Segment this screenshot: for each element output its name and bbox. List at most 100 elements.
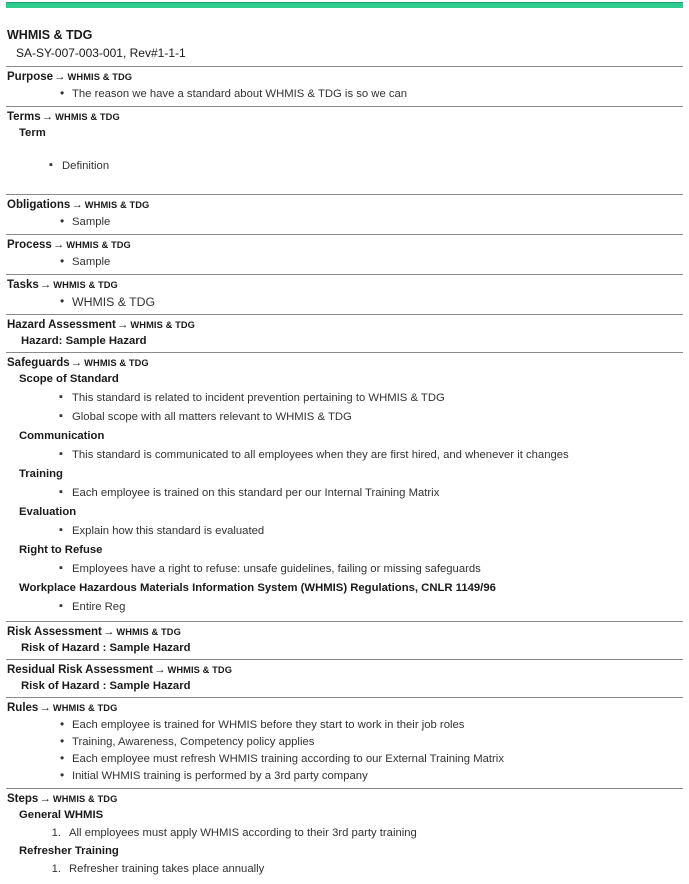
list-item: Global scope with all matters relevant t… <box>6 408 683 425</box>
section-context: WHMIS & TDG <box>52 703 118 713</box>
section-heading-residual-risk-assessment: Residual Risk Assessment→ WHMIS & TDG <box>6 662 683 678</box>
list-item: Sample <box>6 213 683 230</box>
section-label: Hazard Assessment <box>7 319 116 331</box>
residual-risk-line: Risk of Hazard : Sample Hazard <box>21 680 191 692</box>
section-label: Residual Risk Assessment <box>7 664 153 676</box>
arrow-right-icon: → <box>116 319 129 331</box>
section-context: WHMIS & TDG <box>84 200 150 210</box>
section-context: WHMIS & TDG <box>53 280 118 290</box>
arrow-right-icon: → <box>39 702 51 714</box>
arrow-right-icon: → <box>54 71 66 83</box>
section-hazard-assessment: Hazard Assessment→ WHMIS & TDG Hazard: Sa… <box>6 314 683 352</box>
safeguard-group-list: This standard is related to incident pre… <box>6 389 683 425</box>
section-context: WHMIS & TDG <box>66 240 131 250</box>
safeguard-group: Right to Refuse Employees have a right t… <box>6 542 683 577</box>
section-label: Rules <box>7 702 39 714</box>
list-item: Each employee must refresh WHMIS trainin… <box>6 750 683 767</box>
section-context: WHMIS & TDG <box>116 627 181 637</box>
rules-list: Each employee is trained for WHMIS befor… <box>6 716 683 784</box>
section-label: Terms <box>7 111 41 123</box>
arrow-right-icon: → <box>71 199 83 211</box>
section-label: Safeguards <box>7 357 70 369</box>
section-heading-risk-assessment: Risk Assessment→ WHMIS & TDG <box>6 624 683 640</box>
terms-definition-list: Definition <box>6 157 683 174</box>
section-tasks: Tasks→WHMIS & TDG WHMIS & TDG <box>6 274 683 314</box>
section-label: Purpose <box>7 71 54 83</box>
hazard-line: Hazard: Sample Hazard <box>21 335 147 347</box>
section-rules: Rules→WHMIS & TDG Each employee is train… <box>6 697 683 788</box>
list-item: The reason we have a standard about WHMI… <box>6 85 683 102</box>
list-item: Definition <box>6 157 683 174</box>
safeguard-group: Training Each employee is trained on thi… <box>6 466 683 501</box>
step-group-heading: Refresher Training <box>19 845 119 857</box>
safeguard-group-list: Employees have a right to refuse: unsafe… <box>6 560 683 577</box>
step-group: General WHMIS All employees must apply W… <box>6 807 683 841</box>
safeguard-group-heading: Scope of Standard <box>19 373 119 385</box>
section-heading-safeguards: Safeguards→ WHMIS & TDG <box>6 355 683 371</box>
risk-line: Risk of Hazard : Sample Hazard <box>21 642 191 654</box>
section-heading-terms: Terms→ WHMIS & TDG <box>6 109 683 125</box>
document-page: WHMIS & TDG SA-SY-007-003-001, Rev#1-1-1… <box>0 2 689 884</box>
section-safeguards: Safeguards→ WHMIS & TDG Scope of Standard… <box>6 352 683 621</box>
section-process: Process→WHMIS & TDG Sample <box>6 234 683 274</box>
section-heading-hazard-assessment: Hazard Assessment→ WHMIS & TDG <box>6 317 683 333</box>
section-purpose: Purpose→WHMIS & TDG The reason we have a… <box>6 66 683 106</box>
safeguard-group-heading: Training <box>19 468 63 480</box>
safeguard-group-heading: Evaluation <box>19 506 77 518</box>
arrow-right-icon: → <box>52 239 65 251</box>
section-label: Obligations <box>7 199 71 211</box>
section-terms: Terms→WHMIS & TDG Term Definition <box>6 106 683 194</box>
safeguard-group-heading: Workplace Hazardous Materials Informatio… <box>19 582 496 594</box>
section-heading-process: Process→ WHMIS & TDG <box>6 237 683 253</box>
section-label: Process <box>7 239 52 251</box>
section-heading-rules: Rules→ WHMIS & TDG <box>6 700 683 716</box>
list-item: WHMIS & TDG <box>6 293 683 310</box>
safeguard-group-list: Each employee is trained on this standar… <box>6 484 683 501</box>
list-item: All employees must apply WHMIS according… <box>48 825 417 841</box>
arrow-right-icon: → <box>39 279 52 291</box>
section-context: WHMIS & TDG <box>52 794 118 804</box>
arrow-right-icon: → <box>39 793 51 805</box>
terms-term-heading: Term <box>19 127 46 139</box>
section-risk-assessment: Risk Assessment→ WHMIS & TDG Risk of Haza… <box>6 621 683 659</box>
safeguard-group: Scope of Standard This standard is relat… <box>6 371 683 425</box>
list-item: Sample <box>6 253 683 270</box>
section-context: WHMIS & TDG <box>67 72 133 82</box>
section-context: WHMIS & TDG <box>55 112 120 122</box>
section-steps: Steps→ WHMIS & TDG General WHMIS All empl… <box>6 788 683 877</box>
arrow-right-icon: → <box>102 626 115 638</box>
purpose-list: The reason we have a standard about WHMI… <box>6 85 683 102</box>
list-item: This standard is related to incident pre… <box>6 389 683 406</box>
list-item: This standard is communicated to all emp… <box>6 446 683 463</box>
list-item: Refresher training takes place annually <box>48 861 265 877</box>
section-context: WHMIS & TDG <box>84 358 149 368</box>
top-accent-bar <box>6 2 683 8</box>
section-context: WHMIS & TDG <box>167 665 233 675</box>
list-item: Each employee is trained on this standar… <box>6 484 683 501</box>
document-title: WHMIS & TDG <box>7 28 93 42</box>
document-header: WHMIS & TDG SA-SY-007-003-001, Rev#1-1-1 <box>6 28 683 62</box>
step-group-list: Refresher training takes place annually <box>6 861 683 877</box>
safeguard-group-heading: Communication <box>19 430 105 442</box>
safeguard-group-list: Explain how this standard is evaluated <box>6 522 683 539</box>
safeguard-group-heading: Right to Refuse <box>19 544 103 556</box>
section-residual-risk-assessment: Residual Risk Assessment→ WHMIS & TDG Ris… <box>6 659 683 697</box>
step-group-heading: General WHMIS <box>19 809 104 821</box>
arrow-right-icon: → <box>41 111 54 123</box>
document-identifier: SA-SY-007-003-001, Rev#1-1-1 <box>16 46 186 60</box>
section-heading-tasks: Tasks→ WHMIS & TDG <box>6 277 683 293</box>
safeguard-group-list: This standard is communicated to all emp… <box>6 446 683 463</box>
section-label: Steps <box>7 793 39 805</box>
arrow-right-icon: → <box>70 357 83 369</box>
section-label: Tasks <box>7 279 39 291</box>
process-list: Sample <box>6 253 683 270</box>
arrow-right-icon: → <box>153 664 166 676</box>
step-group: Refresher Training Refresher training ta… <box>6 843 683 877</box>
tasks-list: WHMIS & TDG <box>6 293 683 310</box>
section-obligations: Obligations→WHMIS & TDG Sample <box>6 194 683 234</box>
section-heading-purpose: Purpose→ WHMIS & TDG <box>6 69 683 85</box>
list-item: Entire Reg <box>6 598 683 615</box>
list-item: Explain how this standard is evaluated <box>6 522 683 539</box>
